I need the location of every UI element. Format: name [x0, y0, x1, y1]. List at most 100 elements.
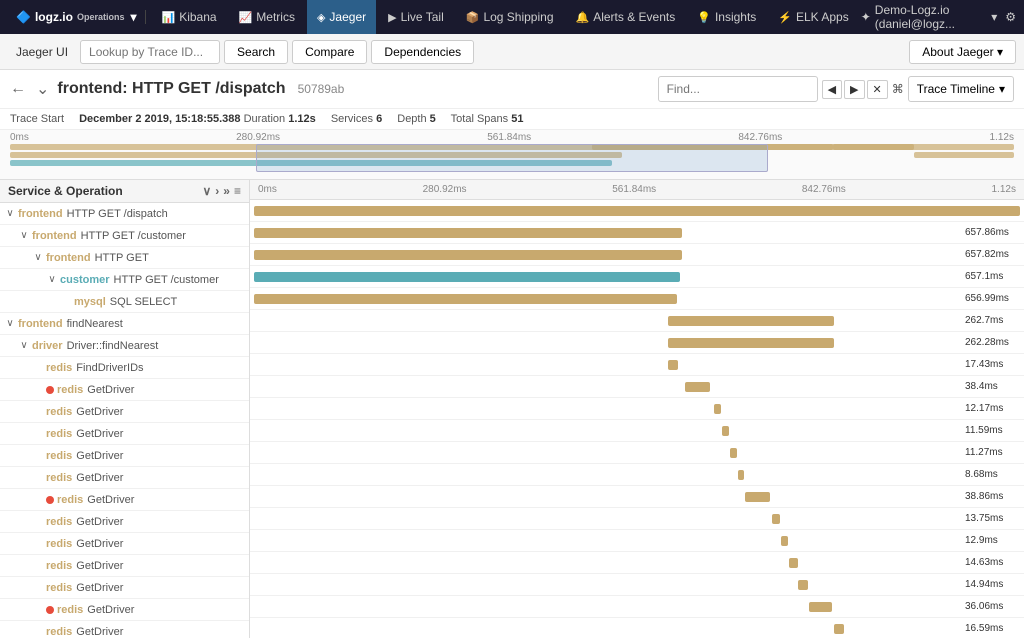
service-row[interactable]: ∨driverDriver::findNearest: [0, 335, 249, 357]
services-value: 6: [376, 113, 382, 125]
service-name: redis: [57, 384, 83, 396]
about-jaeger-button[interactable]: About Jaeger ▾: [909, 40, 1016, 64]
jaeger-icon: ◈: [317, 11, 325, 24]
sort-icon[interactable]: »: [223, 184, 230, 198]
span-bar-container: [254, 402, 961, 416]
service-row[interactable]: redisGetDriver: [0, 423, 249, 445]
timeline-row[interactable]: [250, 200, 1024, 222]
timeline-row[interactable]: 13.75ms: [250, 508, 1024, 530]
tick-3: 842.76ms: [738, 132, 782, 143]
timeline-row[interactable]: 8.68ms: [250, 464, 1024, 486]
find-prev[interactable]: ◀: [822, 80, 842, 99]
settings-icon[interactable]: ⚙: [1005, 10, 1016, 24]
timeline-row[interactable]: 657.86ms: [250, 222, 1024, 244]
service-row[interactable]: redisGetDriver: [0, 533, 249, 555]
timeline-row[interactable]: 12.9ms: [250, 530, 1024, 552]
service-row[interactable]: mysqlSQL SELECT: [0, 291, 249, 313]
back-arrow[interactable]: ←: [10, 80, 26, 98]
service-row[interactable]: redisGetDriver: [0, 555, 249, 577]
service-row[interactable]: ∨frontendHTTP GET /dispatch: [0, 203, 249, 225]
find-input[interactable]: [658, 76, 818, 102]
find-x[interactable]: ✕: [867, 80, 888, 99]
nav-metrics[interactable]: 📈 Metrics: [229, 0, 305, 34]
span-bar: [798, 580, 807, 590]
timeline-row[interactable]: 14.94ms: [250, 574, 1024, 596]
find-next[interactable]: ▶: [844, 80, 864, 99]
span-bar-container: [254, 534, 961, 548]
timeline-selection[interactable]: [256, 144, 768, 172]
service-row[interactable]: redisGetDriver: [0, 379, 249, 401]
view-mode-button[interactable]: Trace Timeline ▾: [908, 76, 1014, 102]
timeline-row[interactable]: 38.86ms: [250, 486, 1024, 508]
span-toggle[interactable]: ∨: [4, 318, 16, 329]
user-name[interactable]: Demo-Logz.io (daniel@logz...: [875, 3, 987, 31]
service-row[interactable]: redisGetDriver: [0, 401, 249, 423]
span-bar-container: [254, 600, 961, 614]
collapse-all-icon[interactable]: ∨: [203, 184, 212, 198]
top-navigation: 🔷 logz.io Operations ▾ 📊 Kibana 📈 Metric…: [0, 0, 1024, 34]
timeline-row[interactable]: 656.99ms: [250, 288, 1024, 310]
timeline-tick-1: 280.92ms: [423, 184, 467, 195]
span-toggle[interactable]: ∨: [18, 340, 30, 351]
service-rows: ∨frontendHTTP GET /dispatch∨frontendHTTP…: [0, 203, 249, 638]
timeline-row[interactable]: 11.27ms: [250, 442, 1024, 464]
trace-id-input[interactable]: [80, 40, 220, 64]
timeline-row[interactable]: 657.82ms: [250, 244, 1024, 266]
service-row[interactable]: redisGetDriver: [0, 599, 249, 621]
expand-all-icon[interactable]: ›: [215, 184, 219, 198]
dependencies-button[interactable]: Dependencies: [371, 40, 474, 64]
trace-meta: Trace Start December 2 2019, 15:18:55.38…: [0, 109, 1024, 130]
service-row[interactable]: redisGetDriver: [0, 577, 249, 599]
service-row[interactable]: ∨frontendHTTP GET /customer: [0, 225, 249, 247]
timeline-row[interactable]: 12.17ms: [250, 398, 1024, 420]
nav-kibana[interactable]: 📊 Kibana: [152, 0, 227, 34]
nav-logshipping[interactable]: 📦 Log Shipping: [456, 0, 564, 34]
search-button[interactable]: Search: [224, 40, 288, 64]
service-row[interactable]: redisGetDriver: [0, 467, 249, 489]
service-row[interactable]: redisGetDriver: [0, 511, 249, 533]
timeline-row[interactable]: 262.7ms: [250, 310, 1024, 332]
nav-insights[interactable]: 💡 Insights: [687, 0, 766, 34]
timeline-row[interactable]: 38.4ms: [250, 376, 1024, 398]
timeline-row[interactable]: 17.43ms: [250, 354, 1024, 376]
service-row[interactable]: redisGetDriver: [0, 445, 249, 467]
trace-start-value: December 2 2019, 15:18:55.388: [79, 113, 240, 125]
timeline-row[interactable]: 11.59ms: [250, 420, 1024, 442]
span-bar: [789, 558, 798, 568]
nav-livetail[interactable]: ▶ Live Tail: [378, 0, 454, 34]
expand-arrow[interactable]: ⌄: [36, 79, 49, 99]
service-row[interactable]: ∨customerHTTP GET /customer: [0, 269, 249, 291]
span-duration: 11.27ms: [965, 447, 1020, 458]
operation-name: findNearest: [67, 318, 123, 330]
timeline-row[interactable]: 16.59ms: [250, 618, 1024, 638]
jaeger-ui-label: Jaeger UI: [8, 45, 76, 59]
timeline-row[interactable]: 14.63ms: [250, 552, 1024, 574]
span-duration: 12.17ms: [965, 403, 1020, 414]
timeline-row[interactable]: 657.1ms: [250, 266, 1024, 288]
nav-alerts[interactable]: 🔔 Alerts & Events: [566, 0, 686, 34]
about-jaeger[interactable]: About Jaeger ▾: [909, 40, 1016, 64]
span-bar: [745, 492, 770, 502]
service-row[interactable]: redisFindDriverIDs: [0, 357, 249, 379]
timeline-row[interactable]: 262.28ms: [250, 332, 1024, 354]
span-toggle[interactable]: ∨: [46, 274, 58, 285]
span-toggle[interactable]: ∨: [4, 208, 16, 219]
service-row[interactable]: redisGetDriver: [0, 621, 249, 638]
span-duration: 656.99ms: [965, 293, 1020, 304]
nav-jaeger[interactable]: ◈ Jaeger: [307, 0, 376, 34]
span-bar-container: [254, 314, 961, 328]
span-bar: [772, 514, 780, 524]
timeline-row[interactable]: 36.06ms: [250, 596, 1024, 618]
service-row[interactable]: redisGetDriver: [0, 489, 249, 511]
depth-value: 5: [430, 113, 436, 125]
span-toggle[interactable]: ∨: [18, 230, 30, 241]
compare-button[interactable]: Compare: [292, 40, 367, 64]
nav-elkapps[interactable]: ⚡ ELK Apps: [768, 0, 858, 34]
service-row[interactable]: ∨frontendHTTP GET: [0, 247, 249, 269]
logo[interactable]: 🔷 logz.io Operations ▾: [8, 10, 146, 24]
span-toggle[interactable]: ∨: [32, 252, 44, 263]
filter-icon[interactable]: ≡: [234, 184, 241, 198]
service-row[interactable]: ∨frontendfindNearest: [0, 313, 249, 335]
logo-chevron: ▾: [130, 10, 136, 24]
service-name: frontend: [46, 252, 91, 264]
